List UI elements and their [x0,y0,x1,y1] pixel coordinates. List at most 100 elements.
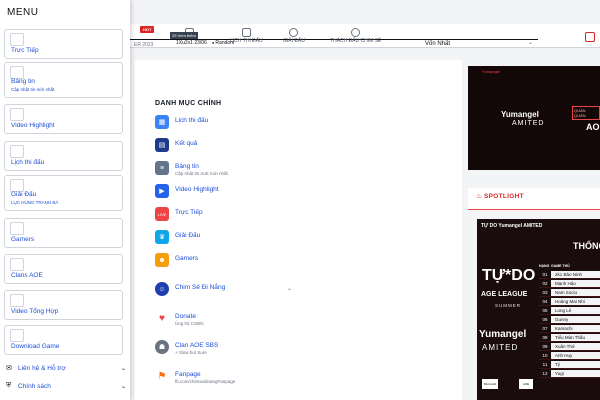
menu-item-live[interactable]: Trực Tiếp [4,29,123,59]
category-sub: + Slow but Sure [175,350,207,355]
menu-item-video-highlight[interactable]: Video Highlight [4,104,123,134]
shield-check-icon [351,28,361,37]
category-label: Donate [175,313,196,320]
table-row: 06 Gunny [539,315,600,324]
menu-row-contact[interactable]: ✉ Liên hệ & Hỗ trợ ⌄ [6,362,126,374]
menu-item-label: Download Game [11,343,60,350]
menu-item-label: Trực Tiếp [11,47,39,54]
category-label: Kết quả [175,140,198,147]
menu-item-label: Lịch thi đấu [11,159,45,166]
trophy-icon [289,28,299,37]
category-list: ▦ Lịch thi đấu ▤ Kết quả ≡ Bảng tin Cập … [155,115,455,392]
date-fragment: ER 2023 [134,42,154,48]
banner-badge: QUÁN QUÂN [572,106,600,120]
banner-season: SUMMER [495,303,521,308]
table-row: 04 Hoàng Mai Nhi [539,297,600,306]
category-item-news[interactable]: ≡ Bảng tin Cập nhật tin AoE mới nhất [155,161,455,184]
newspaper-icon: ≡ [155,161,169,175]
category-item-schedule[interactable]: ▦ Lịch thi đấu [155,115,455,138]
menu-item-thumb [10,145,24,158]
hot-badge: HOT [140,26,155,33]
category-label: Fanpage [175,371,201,378]
category-label: Gamers [175,255,199,262]
topnav-item-schedule[interactable]: LỊCH THI ĐẤU [230,28,263,44]
category-label: Chim Sẻ Đi Nắng [175,284,226,291]
table-row: 12 Yugi [539,369,600,378]
banner-heading: THỐNG [573,241,600,251]
section-heading: DANH MỤC CHÍNH [155,100,222,107]
heart-icon: ♥ [155,311,169,325]
chevron-down-icon[interactable]: ⌄ [287,285,292,292]
category-item-results[interactable]: ▤ Kết quả [155,138,455,161]
menu-item-sub: LỤC HÙNG TRANH BÁ [11,200,59,205]
category-label: Giải Đấu [175,232,201,239]
gamer-icon: ☻ [155,253,169,267]
menu-item-video-compilation[interactable]: Video Tổng Hợp [4,290,123,320]
menu-item-thumb [10,294,24,307]
table-row: 11 Tý [539,360,600,369]
main-category-panel: DANH MỤC CHÍNH ▦ Lịch thi đấu ▤ Kết quả … [135,60,462,400]
game-logo: AOE [519,379,533,389]
category-label: Trực Tiếp [175,209,203,216]
banner-sub: AMITED [512,120,545,127]
banner-sponsor-sub: AMITED [482,343,519,352]
category-item-clan[interactable]: ☗ Clan AOE SBS + Slow but Sure [155,340,455,363]
more-tag[interactable]: 29 Xem thêm [170,32,198,39]
topnav-label: THÁCH ĐẤU CHIM SẺ [330,38,382,44]
category-item-chim-se[interactable]: ☺ Chim Sẻ Đi Nắng ⌄ [155,282,455,305]
topnav-label: LỊCH THI ĐẤU [230,38,263,44]
chevron-down-icon[interactable]: ⌄ [528,39,533,46]
menu-item-sub: Cập nhật tin mới nhất [11,87,55,92]
random-button[interactable]: Random [212,40,234,46]
sponsor-logo: Microsoft [482,379,498,389]
menu-item-label: Video Highlight [11,122,55,129]
menu-item-clans[interactable]: Clans AOE [4,254,123,284]
category-label: Clan AOE SBS [175,342,219,349]
spotlight-icon: ♨ [476,193,483,200]
category-item-fanpage[interactable]: ⚑ Fanpage fb.com/chimsedinangFanpage [155,369,455,392]
category-item-tournament[interactable]: ♛ Giải Đấu [155,230,455,253]
menu-item-thumb [10,329,24,342]
trophy-icon: ♛ [155,230,169,244]
category-label: Bảng tin [175,163,199,170]
topnav-item-tournament[interactable]: GIẢI ĐẤU [283,28,305,44]
menu-item-download[interactable]: Download Game [4,325,123,355]
menu-item-news[interactable]: Bảng tin Cập nhật tin mới nhất [4,62,123,98]
menu-item-tournament[interactable]: Giải Đấu LỤC HÙNG TRANH BÁ [4,175,123,211]
shield-icon: ⛨ [6,382,12,389]
category-sub: Ủng hộ CSĐN [175,321,204,326]
match-score: 1Xu2x1 23/06 [176,40,207,46]
table-row: 09 Xuân Thứ [539,342,600,351]
menu-row-policy[interactable]: ⛨ Chính sách ⌄ [6,380,126,392]
table-row: 03 Nam Sociu [539,288,600,297]
banner-sponsor: Yumangel [479,329,527,340]
category-item-video-highlight[interactable]: ▶ Video Highlight [155,184,455,207]
table-row: 02 Mạnh Hảo [539,279,600,288]
category-item-donate[interactable]: ♥ Donate Ủng hộ CSĐN [155,311,455,334]
ranking-table: HẠNG GAME THỦ 01 2k1 Bảo Ninh 02 Mạnh Hảo … [539,264,600,378]
chevron-down-icon[interactable]: ⌄ [121,383,126,390]
side-drawer-menu: MENU Trực Tiếp Bảng tin Cập nhật tin mới… [0,0,130,400]
table-row: 10 Anh Huy [539,351,600,360]
promo-banner-top[interactable]: Yumangel Yumangel AMITED QUÁN QUÂN AO [468,66,600,170]
flag-icon: ⚑ [155,369,169,383]
menu-item-thumb [10,258,24,271]
chevron-down-icon[interactable]: ⌄ [121,365,126,372]
notification-icon[interactable] [585,32,595,42]
sort-select[interactable]: Vốn Nhất [425,41,450,47]
table-row: 08 Tiểu Màn Thầu [539,333,600,342]
spotlight-banner[interactable]: TỰ DO Yumangel AMITED THỐNG TỰ*DO AGE LE… [477,219,600,400]
topnav-item-challenge[interactable]: THÁCH ĐẤU CHIM SẺ [330,28,381,44]
category-item-gamers[interactable]: ☻ Gamers [155,253,455,276]
menu-item-schedule[interactable]: Lịch thi đấu [4,141,123,171]
menu-row-label: Liên hệ & Hỗ trợ [18,364,66,372]
menu-item-gamers[interactable]: Gamers [4,218,123,248]
banner-league: AGE LEAGUE [481,291,528,298]
category-item-live[interactable]: LIVE Trực Tiếp [155,207,455,230]
top-nav-bar: HOT ER 2023 LỊCH THI ĐẤU GIẢI ĐẤU THÁCH … [130,24,600,48]
category-sub: Cập nhật tin AoE mới nhất [175,171,228,176]
category-sub: fb.com/chimsedinangFanpage [175,379,236,384]
spotlight-header: ♨ SPOTLIGHT [468,188,600,210]
menu-item-label: Video Tổng Hợp [11,308,59,315]
menu-item-label: Giải Đấu [11,191,37,198]
